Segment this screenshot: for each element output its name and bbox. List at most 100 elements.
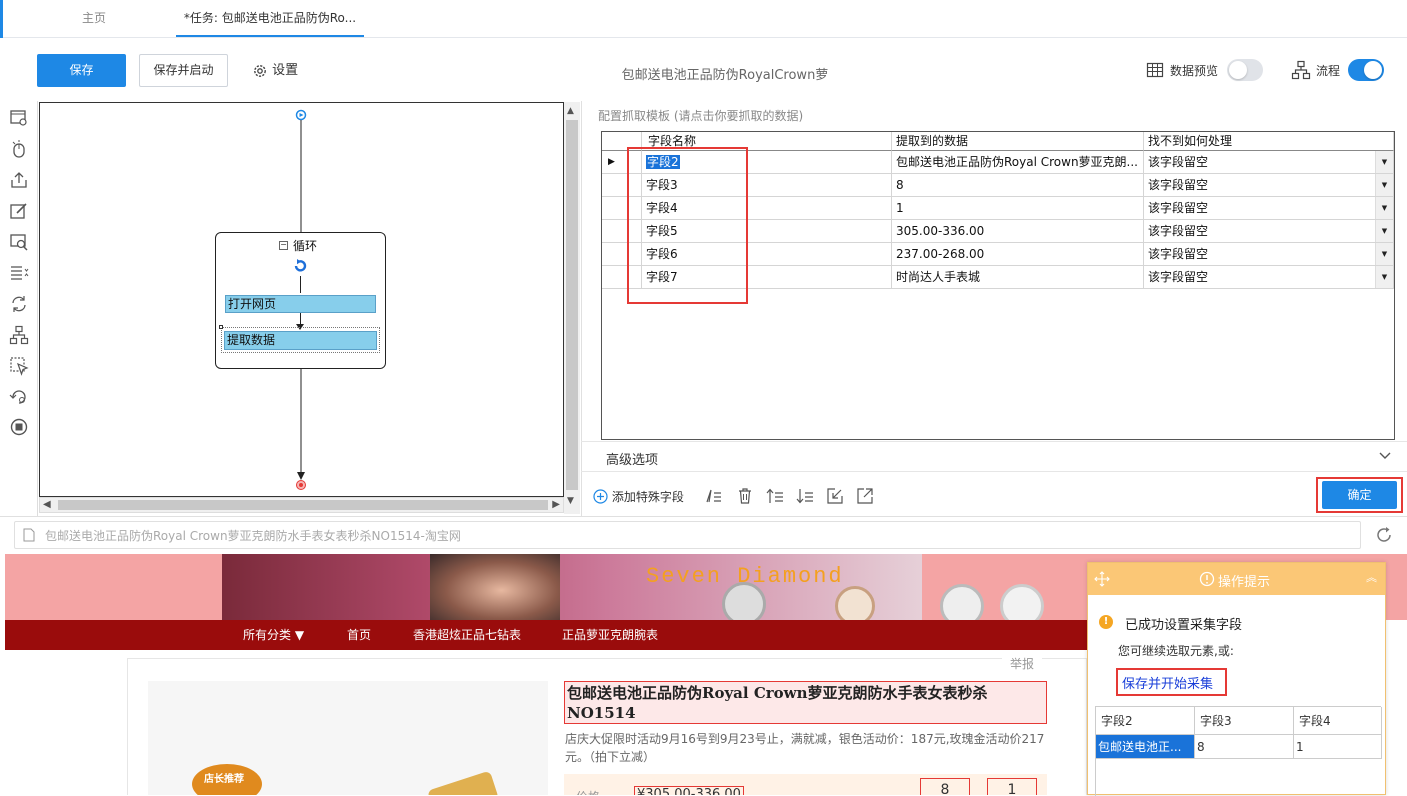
preview-header-cell: 字段4 bbox=[1294, 707, 1382, 735]
save-and-start-button[interactable]: 保存并启动 bbox=[139, 54, 228, 87]
preview-cell[interactable]: 包邮送电池正... bbox=[1096, 735, 1195, 759]
save-and-start-link[interactable]: 保存并开始采集 bbox=[1122, 673, 1213, 692]
advanced-options-label: 高级选项 bbox=[606, 453, 659, 468]
preview-header-cell: 字段3 bbox=[1195, 707, 1294, 735]
field-value-cell[interactable]: 8 bbox=[892, 174, 1144, 197]
dropdown-arrow-icon[interactable]: ▼ bbox=[1375, 174, 1393, 196]
data-preview-toggle[interactable] bbox=[1227, 59, 1263, 81]
column-header: 找不到如何处理 bbox=[1144, 132, 1394, 151]
confirm-button[interactable]: 确定 bbox=[1322, 481, 1397, 509]
flow-vertical-scrollbar[interactable]: ▲ ▼ bbox=[564, 102, 580, 514]
move-icon[interactable] bbox=[1094, 571, 1110, 587]
field-action-select[interactable]: 该字段留空 ▼ bbox=[1144, 220, 1394, 243]
loop-label: 循环 bbox=[293, 239, 318, 253]
mouse-click-icon[interactable] bbox=[9, 139, 29, 159]
dropdown-arrow-icon[interactable]: ▼ bbox=[1375, 197, 1393, 219]
settings-label: 设置 bbox=[272, 63, 299, 78]
open-page-icon[interactable] bbox=[9, 108, 29, 128]
advanced-options-row[interactable]: 高级选项 bbox=[581, 441, 1407, 472]
stop-icon[interactable] bbox=[9, 417, 29, 437]
delete-icon[interactable] bbox=[736, 487, 754, 505]
edit-input-icon[interactable] bbox=[9, 201, 29, 221]
collapse-icon[interactable]: − bbox=[279, 241, 288, 250]
promo-text[interactable]: 店庆大促限时活动9月16号到9月23号止，满就减，银色活动价：187元,玫瑰金活… bbox=[565, 730, 1045, 766]
open-link-icon[interactable] bbox=[856, 487, 874, 505]
scroll-thumb[interactable] bbox=[566, 120, 578, 490]
field-action-text: 该字段留空 bbox=[1148, 270, 1209, 284]
locate-element-icon[interactable] bbox=[826, 487, 844, 505]
rename-field-icon[interactable] bbox=[705, 487, 723, 505]
loop-icon[interactable] bbox=[9, 294, 29, 314]
flow-icon bbox=[1291, 60, 1311, 80]
task-title: 包邮送电池正品防伪RoyalCrown萝 bbox=[621, 68, 829, 83]
preview-header-cell: 字段2 bbox=[1096, 707, 1195, 735]
popup-title: 操作提示 bbox=[1218, 575, 1271, 590]
preview-table: 字段2 字段3 字段4 包邮送电池正... 8 1 bbox=[1095, 706, 1382, 796]
data-preview-label: 数据预览 bbox=[1170, 64, 1219, 78]
field-action-select[interactable]: 该字段留空 ▼ bbox=[1144, 174, 1394, 197]
report-link[interactable]: 举报 bbox=[1002, 655, 1043, 672]
add-special-field-button[interactable]: 添加特殊字段 bbox=[593, 488, 684, 506]
dropdown-arrow-icon[interactable]: ▼ bbox=[1375, 243, 1393, 265]
flow-step-extract-data[interactable]: 提取数据 bbox=[224, 331, 377, 350]
toolbar: 保存 保存并启动 设置 包邮送电池正品防伪RoyalCrown萝 数据预览 流程 bbox=[0, 38, 1407, 101]
tool-icon-strip bbox=[0, 101, 38, 516]
field-value-cell[interactable]: 包邮送电池正品防伪Royal Crown萝亚克朗... bbox=[892, 151, 1144, 174]
stat-box[interactable]: 1 bbox=[987, 778, 1037, 795]
flow-label: 流程 bbox=[1316, 64, 1341, 78]
address-input[interactable]: 包邮送电池正品防伪Royal Crown萝亚克朗防水手表女表秒杀NO1514-淘… bbox=[14, 521, 1361, 549]
dropdown-arrow-icon[interactable]: ▼ bbox=[1375, 220, 1393, 242]
save-button[interactable]: 保存 bbox=[37, 54, 126, 87]
page-title-text: 包邮送电池正品防伪Royal Crown萝亚克朗防水手表女表秒杀NO1514-淘… bbox=[45, 529, 461, 543]
selection-handle bbox=[219, 325, 223, 329]
tab-bar-accent bbox=[0, 0, 3, 38]
popup-header: 操作提示 ︽ bbox=[1088, 563, 1385, 595]
dropdown-arrow-icon[interactable]: ▼ bbox=[1375, 266, 1393, 288]
preview-cell[interactable]: 8 bbox=[1195, 735, 1294, 759]
nav-home[interactable]: 首页 bbox=[347, 620, 371, 650]
flow-toggle[interactable] bbox=[1348, 59, 1384, 81]
scroll-thumb[interactable] bbox=[58, 500, 548, 510]
extract-icon[interactable] bbox=[9, 232, 29, 252]
gear-icon bbox=[252, 63, 268, 79]
refresh-wait-icon[interactable] bbox=[9, 387, 29, 407]
preview-cell[interactable]: 1 bbox=[1294, 735, 1382, 759]
field-action-text: 该字段留空 bbox=[1148, 247, 1209, 261]
model-photo bbox=[430, 554, 560, 620]
refresh-icon[interactable] bbox=[1375, 526, 1393, 544]
nav-hk-watches[interactable]: 香港超炫正品七钻表 bbox=[413, 620, 521, 650]
field-value-cell[interactable]: 237.00-268.00 bbox=[892, 243, 1144, 266]
price-value[interactable]: ¥305.00-336.00 bbox=[634, 786, 744, 795]
product-title[interactable]: 包邮送电池正品防伪Royal Crown萝亚克朗防水手表女表秒杀NO1514 bbox=[564, 681, 1047, 724]
flow-horizontal-scrollbar[interactable]: ◀ ▶ bbox=[39, 497, 564, 513]
move-up-icon[interactable] bbox=[766, 487, 784, 505]
list-icon[interactable] bbox=[9, 263, 29, 283]
tab-home[interactable]: 主页 bbox=[40, 0, 148, 37]
collapse-up-icon[interactable]: ︽ bbox=[1366, 569, 1377, 585]
tab-task[interactable]: *任务: 包邮送电池正品防伪Ro... bbox=[176, 0, 364, 37]
dropdown-arrow-icon[interactable]: ▼ bbox=[1375, 151, 1393, 173]
success-message: 已成功设置采集字段 bbox=[1125, 618, 1243, 633]
branch-icon[interactable] bbox=[9, 325, 29, 345]
move-down-icon[interactable] bbox=[796, 487, 814, 505]
field-value-cell[interactable]: 时尚达人手表城 bbox=[892, 266, 1144, 289]
field-action-text: 该字段留空 bbox=[1148, 224, 1209, 238]
nav-all-categories[interactable]: 所有分类 ▼ bbox=[243, 620, 304, 650]
field-action-text: 该字段留空 bbox=[1148, 155, 1209, 169]
field-action-select[interactable]: 该字段留空 ▼ bbox=[1144, 243, 1394, 266]
flow-canvas[interactable]: − 循环 打开网页 提取数据 bbox=[39, 102, 564, 497]
flow-step-open-page[interactable]: 打开网页 bbox=[225, 295, 376, 313]
field-action-text: 该字段留空 bbox=[1148, 178, 1209, 192]
upload-icon[interactable] bbox=[9, 170, 29, 190]
field-value-cell[interactable]: 305.00-336.00 bbox=[892, 220, 1144, 243]
stat-box[interactable]: 8 bbox=[920, 778, 970, 795]
loop-block[interactable]: − 循环 打开网页 提取数据 bbox=[215, 232, 386, 369]
chevron-down-icon[interactable] bbox=[1378, 448, 1392, 462]
nav-royal-crown[interactable]: 正品萝亚克朗腕表 bbox=[562, 620, 658, 650]
field-value-cell[interactable]: 1 bbox=[892, 197, 1144, 220]
settings-button[interactable]: 设置 bbox=[252, 62, 298, 82]
field-action-select[interactable]: 该字段留空 ▼ bbox=[1144, 151, 1394, 174]
field-action-select[interactable]: 该字段留空 ▼ bbox=[1144, 266, 1394, 289]
field-action-select[interactable]: 该字段留空 ▼ bbox=[1144, 197, 1394, 220]
select-element-icon[interactable] bbox=[9, 356, 29, 376]
